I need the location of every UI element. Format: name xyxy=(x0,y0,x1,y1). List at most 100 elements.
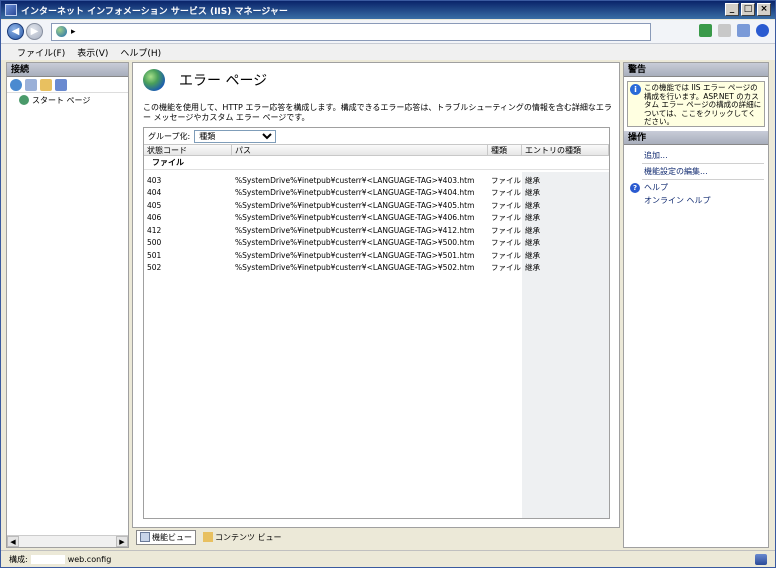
scroll-right-icon[interactable]: ▶ xyxy=(116,536,128,547)
entry-type-cell: 継承 xyxy=(522,262,609,274)
path-cell: %SystemDrive%¥inetpub¥custerr¥<LANGUAGE-… xyxy=(235,238,475,248)
go-icon[interactable] xyxy=(699,24,712,37)
disconnect-icon[interactable] xyxy=(55,78,67,91)
status-prefix: 構成: xyxy=(9,554,28,564)
entry-type-cell: 継承 xyxy=(522,212,609,224)
type-cell: ファイル xyxy=(491,213,521,223)
close-button[interactable]: × xyxy=(757,3,771,16)
column-header-path[interactable]: パス xyxy=(232,145,488,155)
main-content: エラー ページ この機能を使用して、HTTP エラー応答を構成します。構成できる… xyxy=(132,62,620,528)
column-headers: 状態コード パス 種類 エントリの種類 xyxy=(144,144,609,156)
status-code-cell: 500 xyxy=(147,238,162,248)
table-row[interactable]: 404 %SystemDrive%¥inetpub¥custerr¥<LANGUA… xyxy=(144,187,609,200)
table-row[interactable]: 405 %SystemDrive%¥inetpub¥custerr¥<LANGUA… xyxy=(144,199,609,212)
table-row[interactable]: 500 %SystemDrive%¥inetpub¥custerr¥<LANGUA… xyxy=(144,237,609,250)
entry-type-cell: 継承 xyxy=(522,237,609,249)
group-by-select[interactable]: 種類 xyxy=(194,129,277,143)
action-online-help[interactable]: オンライン ヘルプ xyxy=(624,194,768,207)
tab-features-view[interactable]: 機能ビュー xyxy=(136,529,196,545)
scroll-left-icon[interactable]: ◀ xyxy=(7,536,19,547)
alert-message: この機能では IIS エラー ページの構成を行います。ASP.NET のカスタム… xyxy=(644,83,762,126)
action-edit-feature-settings[interactable]: 機能設定の編集... xyxy=(624,165,768,178)
actions-panel: 警告 i この機能では IIS エラー ページの構成を行います。ASP.NET … xyxy=(623,62,769,548)
feature-description: この機能を使用して、HTTP エラー応答を構成します。構成できるエラー応答は、ト… xyxy=(143,103,612,122)
folder-icon[interactable] xyxy=(40,78,52,91)
info-icon: i xyxy=(630,84,641,95)
rows-container: 403 %SystemDrive%¥inetpub¥custerr¥<LANGUA… xyxy=(144,174,609,274)
start-page-icon xyxy=(19,95,29,105)
status-bar: 構成: web.config xyxy=(1,550,775,567)
address-field[interactable]: ▸ xyxy=(51,22,651,41)
entry-type-cell: 継承 xyxy=(522,249,609,261)
home-icon[interactable] xyxy=(737,24,750,37)
group-by-bar: グループ化: 種類 xyxy=(144,128,609,144)
network-status-icon xyxy=(755,554,767,565)
type-cell: ファイル xyxy=(491,225,521,235)
content-view-icon xyxy=(203,532,213,542)
type-cell: ファイル xyxy=(491,263,521,273)
tab-content-label: コンテンツ ビュー xyxy=(215,532,282,542)
minimize-button[interactable]: _ xyxy=(725,3,739,16)
help-dropdown-icon[interactable] xyxy=(756,24,769,37)
type-cell: ファイル xyxy=(491,250,521,260)
menu-view[interactable]: 表示(V) xyxy=(77,46,108,59)
status-code-cell: 406 xyxy=(147,213,162,223)
action-add[interactable]: 追加... xyxy=(624,149,768,162)
table-row[interactable]: 502 %SystemDrive%¥inetpub¥custerr¥<LANGUA… xyxy=(144,262,609,275)
path-cell: %SystemDrive%¥inetpub¥custerr¥<LANGUAGE-… xyxy=(235,213,475,223)
status-code-cell: 403 xyxy=(147,175,162,185)
features-view-icon xyxy=(140,532,150,542)
maximize-button[interactable]: □ xyxy=(741,3,755,16)
group-by-label: グループ化: xyxy=(148,131,191,141)
horizontal-scrollbar[interactable]: ◀ ▶ xyxy=(7,535,128,547)
stop-icon[interactable] xyxy=(718,24,731,37)
path-separator: ▸ xyxy=(71,26,76,37)
action-help-label: ヘルプ xyxy=(644,183,668,192)
path-cell: %SystemDrive%¥inetpub¥custerr¥<LANGUAGE-… xyxy=(235,263,475,273)
help-icon: ? xyxy=(630,182,640,193)
entry-type-cell: 継承 xyxy=(522,174,609,186)
view-tabs: 機能ビュー コンテンツ ビュー xyxy=(132,529,620,545)
alert-message-box[interactable]: i この機能では IIS エラー ページの構成を行います。ASP.NET のカス… xyxy=(627,81,765,127)
error-pages-globe-icon xyxy=(143,69,165,91)
title-bar[interactable]: インターネット インフォメーション サービス (IIS) マネージャー _ □ … xyxy=(1,1,775,19)
page-title: エラー ページ xyxy=(179,73,268,89)
status-redacted xyxy=(30,554,65,564)
entry-type-cell: 継承 xyxy=(522,224,609,236)
action-separator xyxy=(642,163,764,164)
table-row[interactable]: 501 %SystemDrive%¥inetpub¥custerr¥<LANGUA… xyxy=(144,249,609,262)
status-code-cell: 501 xyxy=(147,250,162,260)
status-code-cell: 412 xyxy=(147,225,162,235)
path-cell: %SystemDrive%¥inetpub¥custerr¥<LANGUAGE-… xyxy=(235,200,475,210)
back-button[interactable]: ◀ xyxy=(7,23,24,40)
table-row[interactable]: 412 %SystemDrive%¥inetpub¥custerr¥<LANGUA… xyxy=(144,224,609,237)
tree-item-label: スタート ページ xyxy=(32,95,91,105)
path-cell: %SystemDrive%¥inetpub¥custerr¥<LANGUAGE-… xyxy=(235,225,475,235)
status-code-cell: 502 xyxy=(147,263,162,273)
column-header-entry-type[interactable]: エントリの種類 xyxy=(522,145,609,155)
type-cell: ファイル xyxy=(491,175,521,185)
connect-globe-icon[interactable] xyxy=(10,78,22,91)
action-help[interactable]: ? ヘルプ xyxy=(624,181,768,194)
type-cell: ファイル xyxy=(491,238,521,248)
tab-content-view[interactable]: コンテンツ ビュー xyxy=(200,531,285,544)
menu-file[interactable]: ファイル(F) xyxy=(17,46,65,59)
table-row[interactable]: 406 %SystemDrive%¥inetpub¥custerr¥<LANGUA… xyxy=(144,212,609,225)
entry-type-cell: 継承 xyxy=(522,187,609,199)
iis-manager-window: インターネット インフォメーション サービス (IIS) マネージャー _ □ … xyxy=(0,0,776,568)
column-header-type[interactable]: 種類 xyxy=(488,145,522,155)
address-bar: ◀ ▶ ▸ xyxy=(1,20,775,44)
menu-help[interactable]: ヘルプ(H) xyxy=(120,46,161,59)
error-pages-list: グループ化: 種類 状態コード パス 種類 エントリの種類 ファイル 403 %S… xyxy=(143,127,610,519)
column-header-status-code[interactable]: 状態コード xyxy=(144,145,232,155)
path-cell: %SystemDrive%¥inetpub¥custerr¥<LANGUAGE-… xyxy=(235,175,475,185)
tree-item-start-page[interactable]: スタート ページ xyxy=(7,93,128,107)
status-config-file: web.config xyxy=(67,554,112,564)
window-title: インターネット インフォメーション サービス (IIS) マネージャー xyxy=(21,6,288,17)
table-row[interactable]: 403 %SystemDrive%¥inetpub¥custerr¥<LANGUA… xyxy=(144,174,609,187)
forward-button[interactable]: ▶ xyxy=(26,23,43,40)
path-cell: %SystemDrive%¥inetpub¥custerr¥<LANGUAGE-… xyxy=(235,250,475,260)
save-icon[interactable] xyxy=(25,78,37,91)
path-cell: %SystemDrive%¥inetpub¥custerr¥<LANGUAGE-… xyxy=(235,188,475,198)
type-cell: ファイル xyxy=(491,200,521,210)
